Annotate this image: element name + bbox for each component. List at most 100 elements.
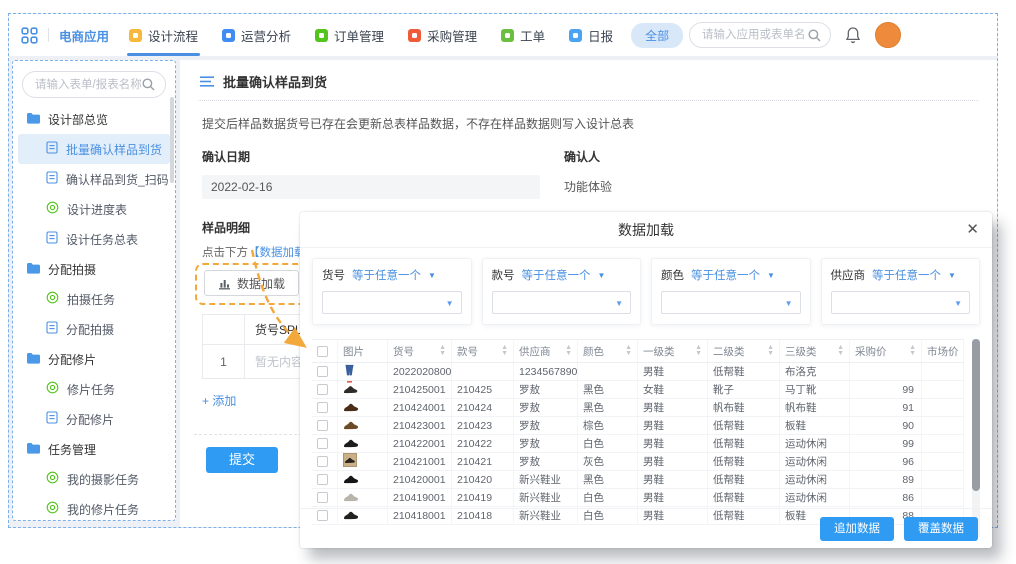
category2-cell: 低帮鞋 — [708, 363, 780, 380]
search-icon[interactable] — [808, 29, 821, 42]
filter-operator[interactable]: 等于任意一个 — [691, 267, 760, 283]
filter-select[interactable]: ▼ — [831, 291, 971, 314]
sort-icon[interactable]: ▲▼ — [562, 345, 572, 357]
table-row[interactable]: 210421001210421罗敖灰色男鞋低帮鞋运动休闲96 — [312, 453, 964, 471]
form-menu-icon[interactable] — [200, 76, 214, 87]
sidebar-scrollbar[interactable] — [170, 97, 174, 183]
data-load-button[interactable]: 数据加载 — [204, 270, 299, 296]
column-header[interactable]: 供应商 ▲▼ — [514, 340, 578, 362]
table-row[interactable]: 210419001210419新兴鞋业白色男鞋低帮鞋运动休闲86 — [312, 489, 964, 507]
sidebar-item[interactable]: 确认样品到货_扫码 — [18, 164, 170, 194]
modal-header: 数据加载 ✕ — [300, 212, 992, 248]
append-data-button[interactable]: 追加数据 — [820, 517, 894, 541]
sidebar-group[interactable]: 任务管理 — [13, 434, 175, 464]
column-header[interactable]: 市场价▲▼ — [922, 340, 964, 362]
sort-icon[interactable]: ▲▼ — [764, 345, 774, 357]
sort-icon[interactable]: ▲▼ — [959, 345, 965, 357]
all-apps-badge[interactable]: 全部 — [631, 23, 683, 48]
filter-select[interactable]: ▼ — [492, 291, 632, 314]
nav-tab[interactable]: 运营分析 — [222, 14, 291, 56]
close-icon[interactable]: ✕ — [966, 212, 979, 248]
row-checkbox[interactable] — [317, 438, 328, 449]
table-header-row: 图片货号▲▼款号▲▼供应商▲▼颜色▲▼一级类▲▼二级类▲▼三级类▲▼采购价▲▼市… — [312, 339, 964, 363]
app-launcher-icon[interactable] — [21, 27, 38, 44]
sidebar-item[interactable]: 修片任务 — [18, 374, 170, 404]
sidebar-item[interactable]: 分配拍摄 — [18, 314, 170, 344]
filter-operator[interactable]: 等于任意一个 — [872, 267, 941, 283]
sidebar-item[interactable]: 设计任务总表 — [18, 224, 170, 254]
sidebar-item[interactable]: 设计进度表 — [18, 194, 170, 224]
target-icon — [46, 501, 59, 517]
market-price-cell — [922, 435, 964, 452]
sidebar-item[interactable]: 我的修片任务 — [18, 494, 170, 521]
submit-button[interactable]: 提交 — [206, 447, 278, 473]
select-all-checkbox[interactable] — [317, 346, 328, 357]
row-checkbox[interactable] — [317, 402, 328, 413]
sort-icon[interactable]: ▲▼ — [834, 345, 844, 357]
sort-icon[interactable]: ▲▼ — [622, 345, 632, 357]
product-thumbnail-cell — [338, 453, 388, 470]
sidebar-group[interactable]: 分配修片 — [13, 344, 175, 374]
filter-box: 颜色等于任意一个▼▼ — [651, 258, 811, 325]
sort-icon[interactable]: ▲▼ — [906, 345, 916, 357]
nav-tab-icon — [222, 29, 235, 42]
row-checkbox[interactable] — [317, 384, 328, 395]
nav-tab[interactable]: 工单 — [501, 14, 545, 56]
table-row[interactable]: 202202080011234567890男鞋低帮鞋布洛克 — [312, 363, 964, 381]
column-header[interactable]: 二级类▲▼ — [708, 340, 780, 362]
form-fields-row: 确认日期 2022-02-16 确认人 功能体验 — [202, 148, 975, 199]
nav-tab-label: 设计流程 — [148, 26, 198, 45]
nav-tab[interactable]: 设计流程 — [129, 14, 198, 56]
chevron-down-icon: ▼ — [428, 271, 436, 280]
confirm-date-field[interactable]: 2022-02-16 — [202, 175, 540, 199]
sort-icon[interactable]: ▲▼ — [436, 345, 446, 357]
filter-operator[interactable]: 等于任意一个 — [352, 267, 421, 283]
sidebar-item[interactable]: 分配修片 — [18, 404, 170, 434]
nav-tab[interactable]: 订单管理 — [315, 14, 384, 56]
row-checkbox[interactable] — [317, 420, 328, 431]
column-header-label: 供应商 — [519, 344, 551, 359]
category3-cell: 马丁靴 — [780, 381, 850, 398]
product-thumbnail-cell — [338, 417, 388, 434]
table-row[interactable]: 210423001210423罗敖棕色男鞋低帮鞋板鞋90 — [312, 417, 964, 435]
table-row[interactable]: 210420001210420新兴鞋业黑色男鞋低帮鞋运动休闲89 — [312, 471, 964, 489]
app-search-input[interactable] — [702, 23, 804, 47]
column-header[interactable]: 三级类▲▼ — [780, 340, 850, 362]
filter-select[interactable]: ▼ — [322, 291, 462, 314]
sidebar-item[interactable]: 批量确认样品到货 — [18, 134, 170, 164]
sidebar-group[interactable]: 设计部总览 — [13, 104, 175, 134]
sidebar-item[interactable]: 我的摄影任务 — [18, 464, 170, 494]
style-no-cell: 210422 — [452, 435, 514, 452]
filter-select[interactable]: ▼ — [661, 291, 801, 314]
sidebar-group[interactable]: 分配拍摄 — [13, 254, 175, 284]
sidebar-item[interactable]: 拍摄任务 — [18, 284, 170, 314]
table-row[interactable]: 210422001210422罗敖白色男鞋低帮鞋运动休闲99 — [312, 435, 964, 453]
user-avatar[interactable] — [875, 22, 901, 48]
column-header[interactable]: 采购价▲▼ — [850, 340, 922, 362]
market-price-cell — [922, 399, 964, 416]
column-header[interactable]: 颜色▲▼ — [578, 340, 638, 362]
column-header[interactable]: 一级类▲▼ — [638, 340, 708, 362]
row-checkbox[interactable] — [317, 456, 328, 467]
nav-tab-icon — [129, 29, 142, 42]
filter-operator[interactable]: 等于任意一个 — [522, 267, 591, 283]
add-row-link[interactable]: + 添加 — [202, 392, 236, 409]
column-header[interactable]: 货号▲▼ — [388, 340, 452, 362]
notifications-bell-icon[interactable] — [845, 26, 861, 44]
scrollbar-thumb[interactable] — [972, 339, 980, 491]
search-icon[interactable] — [142, 78, 155, 91]
sort-icon[interactable]: ▲▼ — [692, 345, 702, 357]
column-header[interactable]: 款号▲▼ — [452, 340, 514, 362]
overwrite-data-button[interactable]: 覆盖数据 — [904, 517, 978, 541]
table-row[interactable]: 210424001210424罗敖黑色男鞋帆布鞋帆布鞋91 — [312, 399, 964, 417]
table-row[interactable]: 210425001210425罗敖黑色女鞋靴子马丁靴99 — [312, 381, 964, 399]
ecommerce-apps-link[interactable]: 电商应用 — [59, 26, 109, 45]
row-checkbox[interactable] — [317, 492, 328, 503]
column-header-label: 图片 — [343, 344, 364, 359]
nav-tab[interactable]: 日报 — [569, 14, 613, 56]
sort-icon[interactable]: ▲▼ — [498, 345, 508, 357]
row-checkbox[interactable] — [317, 366, 328, 377]
row-checkbox[interactable] — [317, 474, 328, 485]
form-search-input[interactable] — [35, 72, 143, 97]
nav-tab[interactable]: 采购管理 — [408, 14, 477, 56]
